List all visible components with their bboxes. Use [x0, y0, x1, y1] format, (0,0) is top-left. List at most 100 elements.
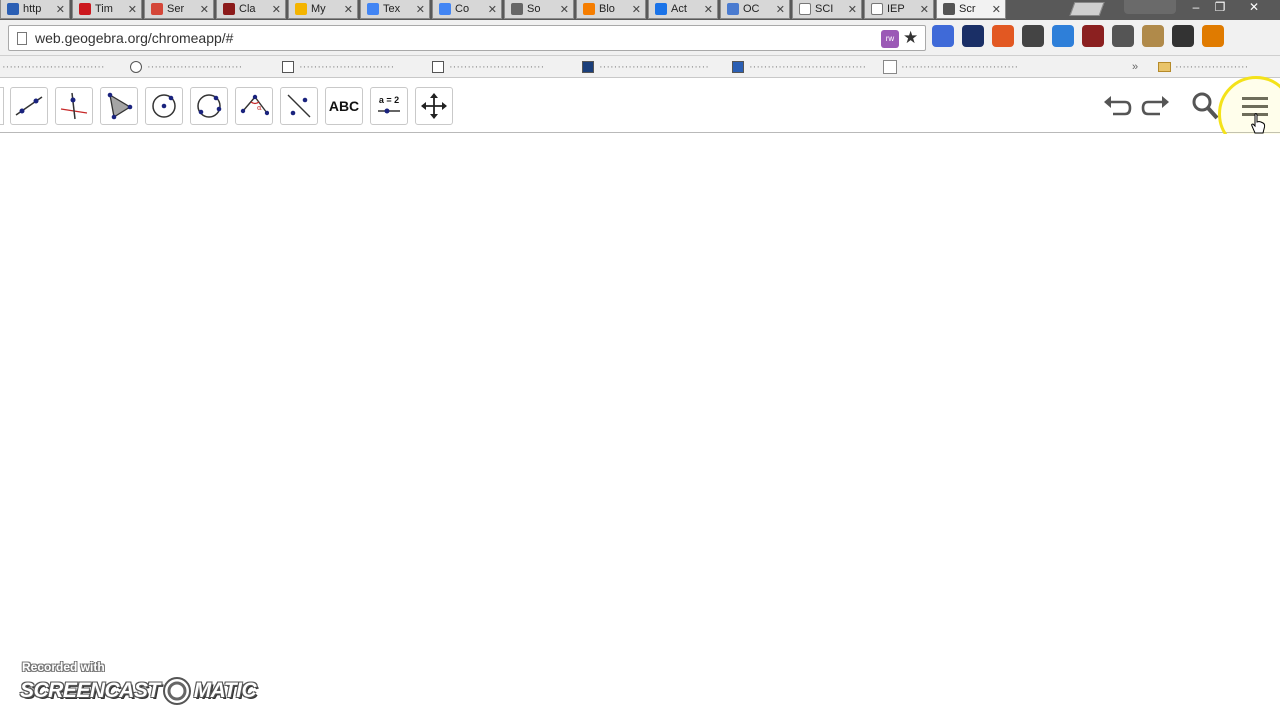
- browser-tab[interactable]: SCI ✕: [792, 0, 862, 19]
- text-tool-button[interactable]: ABC: [325, 87, 363, 125]
- search-icon: [1192, 92, 1219, 120]
- bookmark-item[interactable]: ··························: [130, 59, 242, 75]
- redo-button[interactable]: [1138, 88, 1174, 124]
- circle-center-point-tool-button[interactable]: [145, 87, 183, 125]
- browser-extension-icon[interactable]: [992, 25, 1014, 47]
- profile-button[interactable]: [1124, 0, 1176, 14]
- tab-favicon-icon: [439, 3, 451, 15]
- browser-extension-icon[interactable]: [932, 25, 954, 47]
- tab-close-icon[interactable]: ✕: [776, 3, 785, 16]
- bookmark-item[interactable]: ································: [883, 59, 1018, 75]
- tab-close-icon[interactable]: ✕: [416, 3, 425, 16]
- close-window-button[interactable]: ✕: [1243, 0, 1265, 16]
- bookmark-item[interactable]: ··························: [282, 59, 394, 75]
- tab-favicon-icon: [943, 3, 955, 15]
- bookmark-item[interactable]: ······························: [582, 59, 709, 75]
- page-icon: [17, 32, 27, 45]
- line-tool-button[interactable]: [10, 87, 48, 125]
- browser-extension-icon[interactable]: [1112, 25, 1134, 47]
- browser-extension-icon[interactable]: [1082, 25, 1104, 47]
- tab-title: Act: [671, 3, 687, 15]
- browser-tab[interactable]: Act ✕: [648, 0, 718, 19]
- tab-close-icon[interactable]: ✕: [848, 3, 857, 16]
- angle-tool-button[interactable]: α: [235, 87, 273, 125]
- browser-extension-icon[interactable]: [1202, 25, 1224, 47]
- browser-toolbar: web.geogebra.org/chromeapp/# rw ★: [0, 20, 1280, 56]
- tab-close-icon[interactable]: ✕: [560, 3, 569, 16]
- tab-title: OC: [743, 3, 760, 15]
- perpendicular-line-icon: [60, 92, 88, 120]
- tab-close-icon[interactable]: ✕: [344, 3, 353, 16]
- toolbar-edge: [0, 87, 4, 125]
- tab-close-icon[interactable]: ✕: [488, 3, 497, 16]
- url-text[interactable]: web.geogebra.org/chromeapp/#: [35, 30, 233, 46]
- browser-tab[interactable]: Tim ✕: [72, 0, 142, 19]
- tab-favicon-icon: [871, 3, 883, 15]
- browser-tab[interactable]: Tex ✕: [360, 0, 430, 19]
- tab-favicon-icon: [295, 3, 307, 15]
- bookmark-item[interactable]: ····························: [2, 59, 105, 75]
- tab-favicon-icon: [655, 3, 667, 15]
- tab-close-icon[interactable]: ✕: [704, 3, 713, 16]
- tab-title: http: [23, 3, 42, 15]
- graphics-view-canvas[interactable]: [0, 134, 1280, 720]
- tab-close-icon[interactable]: ✕: [56, 3, 65, 16]
- slider-tool-button[interactable]: a = 2: [370, 87, 408, 125]
- tab-favicon-icon: [511, 3, 523, 15]
- browser-extension-icon[interactable]: [1022, 25, 1044, 47]
- browser-tab[interactable]: http ✕: [0, 0, 70, 19]
- tab-favicon-icon: [799, 3, 811, 15]
- browser-tab[interactable]: Ser ✕: [144, 0, 214, 19]
- other-bookmarks-folder[interactable]: ····················: [1158, 59, 1248, 75]
- bookmark-star-icon[interactable]: ★: [903, 28, 918, 48]
- browser-tab[interactable]: So ✕: [504, 0, 574, 19]
- tab-title: SCI: [815, 3, 834, 15]
- polygon-tool-button[interactable]: [100, 87, 138, 125]
- extensions-bar: [932, 25, 1224, 47]
- puzzle-extension-icon[interactable]: rw: [881, 30, 899, 48]
- browser-extension-icon[interactable]: [962, 25, 984, 47]
- bookmark-item[interactable]: ··························: [432, 59, 544, 75]
- browser-extension-icon[interactable]: [1052, 25, 1074, 47]
- tab-title: So: [527, 3, 541, 15]
- browser-tab[interactable]: Co ✕: [432, 0, 502, 19]
- browser-tab[interactable]: My ✕: [288, 0, 358, 19]
- tab-close-icon[interactable]: ✕: [920, 3, 929, 16]
- browser-tab-strip: http ✕ Tim ✕ Ser ✕ Cla ✕ My ✕ Tex ✕ Co ✕ So ✕ Blo ✕ Act ✕ OC…: [0, 0, 1280, 20]
- undo-icon: [1104, 96, 1132, 116]
- tab-title: Ser: [167, 3, 185, 15]
- browser-tab[interactable]: Cla ✕: [216, 0, 286, 19]
- minimize-button[interactable]: –: [1185, 0, 1207, 16]
- undo-button[interactable]: [1099, 88, 1135, 124]
- browser-extension-icon[interactable]: [1142, 25, 1164, 47]
- bookmarks-overflow-chevron-icon[interactable]: »: [1132, 59, 1138, 75]
- tab-title: Tex: [383, 3, 401, 15]
- tab-close-icon[interactable]: ✕: [200, 3, 209, 16]
- tab-title: Co: [455, 3, 470, 15]
- redo-icon: [1141, 96, 1169, 116]
- tab-close-icon[interactable]: ✕: [128, 3, 137, 16]
- address-bar[interactable]: web.geogebra.org/chromeapp/# rw ★: [8, 25, 926, 51]
- reflect-line-tool-button[interactable]: [280, 87, 318, 125]
- watermark-logo-left: SCREENCAST: [20, 679, 160, 702]
- browser-extension-icon[interactable]: [1172, 25, 1194, 47]
- maximize-button[interactable]: ❐: [1209, 0, 1231, 16]
- circle-three-points-tool-button[interactable]: [190, 87, 228, 125]
- perpendicular-line-tool-button[interactable]: [55, 87, 93, 125]
- svg-text:a = 2: a = 2: [379, 95, 399, 105]
- browser-tab[interactable]: Scr ✕: [936, 0, 1006, 19]
- browser-tab[interactable]: Blo ✕: [576, 0, 646, 19]
- tab-close-icon[interactable]: ✕: [992, 3, 1001, 16]
- move-graphics-view-tool-button[interactable]: [415, 87, 453, 125]
- slider-icon: a = 2: [378, 95, 400, 114]
- tab-close-icon[interactable]: ✕: [272, 3, 281, 16]
- record-button-logo-icon: [162, 677, 191, 705]
- new-tab-button[interactable]: [1069, 2, 1105, 16]
- tab-favicon-icon: [223, 3, 235, 15]
- line-icon: [15, 96, 43, 116]
- tab-favicon-icon: [367, 3, 379, 15]
- browser-tab[interactable]: OC ✕: [720, 0, 790, 19]
- browser-tab[interactable]: IEP ✕: [864, 0, 934, 19]
- bookmark-item[interactable]: ································: [732, 59, 866, 75]
- tab-close-icon[interactable]: ✕: [632, 3, 641, 16]
